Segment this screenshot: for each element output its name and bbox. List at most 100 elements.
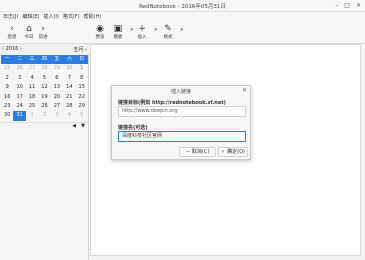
calendar-day[interactable]: 10 bbox=[13, 83, 25, 92]
year-selector[interactable]: ‹ 2016 › bbox=[2, 46, 22, 52]
toolbar: ‹ 后退 ⌂ 今日 › 前进 ◉ 预览 ▣ 模板 ▾ + 插入 ▾ ✎ 格式 ▾ bbox=[0, 22, 365, 44]
insert-button[interactable]: + 插入 ▾ bbox=[132, 24, 158, 43]
maximize-button[interactable]: □ bbox=[344, 2, 350, 9]
calendar-day[interactable]: 15 bbox=[76, 83, 88, 92]
calendar-day[interactable]: 17 bbox=[13, 93, 25, 102]
calendar-day[interactable]: 5 bbox=[76, 111, 88, 120]
insert-link-dialog: 插入链接 ✕ 链接目标(例如 http://rednotebook.sf.net… bbox=[111, 85, 251, 160]
weekday-label: 日 bbox=[79, 56, 85, 62]
calendar-day[interactable]: 27 bbox=[51, 102, 63, 111]
calendar-day[interactable]: 2 bbox=[1, 74, 13, 83]
calendar-day[interactable]: 18 bbox=[26, 93, 38, 102]
calendar-day[interactable]: 19 bbox=[38, 93, 50, 102]
calendar-day[interactable]: 3 bbox=[51, 111, 63, 120]
calendar-day[interactable]: 20 bbox=[51, 93, 63, 102]
template-button[interactable]: ▣ 模板 ▾ bbox=[108, 24, 134, 43]
calendar-week: 16 17 18 19 20 21 22 bbox=[1, 93, 88, 102]
calendar-day[interactable]: 9 bbox=[1, 83, 13, 92]
weekday-label: 四 bbox=[41, 56, 47, 62]
url-input[interactable]: http://www.deepin.org bbox=[118, 106, 246, 117]
calendar-day[interactable]: 25 bbox=[1, 64, 13, 73]
calendar-day[interactable]: 2 bbox=[38, 111, 50, 120]
calendar-day[interactable]: 11 bbox=[26, 83, 38, 92]
menubar: 日志(J) 编辑(E) 插入(I) 格式(F) 帮助(H) bbox=[0, 12, 365, 22]
calendar-day[interactable]: 1 bbox=[76, 64, 88, 73]
weekday-header: 一 二 三 四 五 六 日 bbox=[1, 55, 88, 65]
menu-insert[interactable]: 插入(I) bbox=[43, 12, 58, 22]
calendar-day[interactable]: 1 bbox=[26, 111, 38, 120]
sound-icon[interactable]: ◀ bbox=[72, 123, 76, 129]
calendar-day[interactable]: 23 bbox=[1, 102, 13, 111]
template-icon: ▣ bbox=[113, 24, 123, 34]
chevron-down-icon: ▾ bbox=[154, 27, 157, 33]
url-label: 链接目标(例如 http://rednotebook.sf.net) bbox=[118, 100, 226, 106]
menu-edit[interactable]: 编辑(E) bbox=[22, 12, 39, 22]
calendar-day[interactable]: 22 bbox=[76, 93, 88, 102]
calendar-day[interactable]: 28 bbox=[38, 64, 50, 73]
calendar-week: 2 3 4 5 6 7 8 bbox=[1, 74, 88, 83]
link-name-input[interactable]: 深度科技社区官网 bbox=[118, 131, 246, 142]
preview-button[interactable]: ◉ 预览 bbox=[90, 24, 110, 43]
close-icon[interactable]: ✕ bbox=[242, 87, 247, 94]
calendar-day[interactable]: 30 bbox=[1, 111, 13, 120]
window-controls: – □ ✕ bbox=[335, 2, 361, 9]
calendar-day[interactable]: 4 bbox=[26, 74, 38, 83]
calendar-week: 25 26 27 28 29 30 1 bbox=[1, 64, 88, 73]
calendar-day[interactable]: 8 bbox=[76, 74, 88, 83]
month-selector[interactable]: 五月 › bbox=[73, 46, 87, 53]
weekday-label: 六 bbox=[66, 56, 72, 62]
calendar-day[interactable]: 29 bbox=[76, 102, 88, 111]
calendar-day[interactable]: 6 bbox=[51, 74, 63, 83]
pen-icon: ✎ bbox=[164, 24, 172, 34]
window-title: RedNotebook - 2016年05月31日 bbox=[139, 4, 226, 10]
calendar-day[interactable]: 14 bbox=[63, 83, 75, 92]
calendar-header: ‹ 2016 › 五月 › bbox=[0, 44, 89, 54]
menu-help[interactable]: 帮助(H) bbox=[84, 12, 102, 22]
calendar-day[interactable]: 7 bbox=[63, 74, 75, 83]
calendar-day[interactable]: 5 bbox=[38, 74, 50, 83]
calendar-day[interactable]: 26 bbox=[13, 64, 25, 73]
calendar-day[interactable]: 30 bbox=[63, 64, 75, 73]
cancel-button[interactable]: − 取消(C) bbox=[179, 147, 216, 157]
calendar-day[interactable]: 29 bbox=[51, 64, 63, 73]
calendar-day[interactable]: 12 bbox=[38, 83, 50, 92]
calendar-day[interactable]: 25 bbox=[26, 102, 38, 111]
menu-journal[interactable]: 日志(J) bbox=[3, 12, 18, 22]
ok-button[interactable]: ✓ 确定(O) bbox=[218, 147, 248, 157]
calendar-day[interactable]: 16 bbox=[1, 93, 13, 102]
calendar-day[interactable]: 26 bbox=[38, 102, 50, 111]
left-panel: ‹ 2016 › 五月 › 一 二 三 四 五 六 日 25 26 27 28 … bbox=[0, 44, 89, 260]
app-window: RedNotebook - 2016年05月31日 – □ ✕ 日志(J) 编辑… bbox=[0, 0, 365, 260]
calendar-day[interactable]: 3 bbox=[13, 74, 25, 83]
scrollbar[interactable] bbox=[361, 44, 365, 256]
calendar-day[interactable]: 28 bbox=[63, 102, 75, 111]
chevron-down-icon: ▾ bbox=[180, 27, 183, 33]
minimize-button[interactable]: – bbox=[335, 2, 338, 9]
calendar-day[interactable]: 21 bbox=[63, 93, 75, 102]
calendar-day[interactable]: 13 bbox=[51, 83, 63, 92]
plus-icon: + bbox=[138, 24, 146, 34]
check-icon: ✓ bbox=[220, 149, 226, 155]
cancel-icon: − bbox=[185, 149, 190, 155]
calendar-week: 30 31 1 2 3 4 5 bbox=[1, 111, 88, 121]
dialog-title: 插入链接 bbox=[170, 89, 191, 95]
calendar-day[interactable]: 24 bbox=[13, 102, 25, 111]
link-name-label: 链接名(可选) bbox=[118, 125, 148, 131]
calendar: 一 二 三 四 五 六 日 25 26 27 28 29 30 1 2 3 4 bbox=[1, 55, 88, 121]
weekday-label: 三 bbox=[29, 56, 35, 62]
format-button[interactable]: ✎ 格式 ▾ bbox=[158, 24, 184, 43]
arrow-right-icon: › bbox=[41, 24, 45, 34]
calendar-day-selected[interactable]: 31 bbox=[13, 111, 26, 121]
forward-button[interactable]: › 前进 bbox=[33, 24, 53, 43]
weekday-label: 一 bbox=[4, 56, 10, 62]
tags-bar: ◀ ▼ bbox=[1, 122, 88, 130]
weekday-label: 五 bbox=[54, 56, 60, 62]
close-window-button[interactable]: ✕ bbox=[356, 2, 361, 9]
eye-icon: ◉ bbox=[96, 24, 104, 34]
chevron-down-icon[interactable]: ▼ bbox=[81, 123, 85, 129]
calendar-day[interactable]: 4 bbox=[63, 111, 75, 120]
menu-format[interactable]: 格式(F) bbox=[63, 12, 80, 22]
calendar-week: 9 10 11 12 13 14 15 bbox=[1, 83, 88, 92]
titlebar: RedNotebook - 2016年05月31日 – □ ✕ bbox=[0, 0, 365, 12]
calendar-day[interactable]: 27 bbox=[26, 64, 38, 73]
